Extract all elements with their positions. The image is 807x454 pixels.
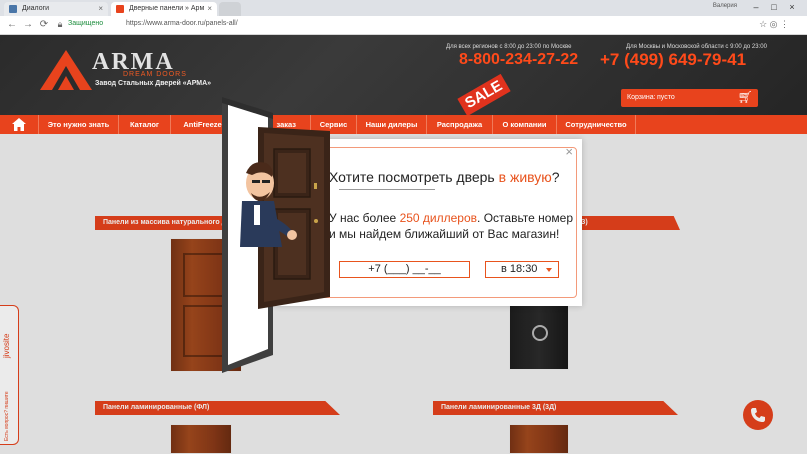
tab-title: Дверные панели » Арм [129, 5, 205, 12]
modal-title-post: ? [551, 169, 560, 185]
close-icon[interactable]: × [98, 2, 103, 16]
reload-icon[interactable]: ⟳ [38, 19, 50, 30]
phone-input[interactable]: +7 (___) __-__ [339, 261, 470, 278]
url-field[interactable]: https://www.arma-door.ru/panels-all/ [126, 20, 238, 27]
phone-1-caption: Для всех регионов с 8:00 до 23:00 по Мос… [446, 44, 572, 50]
phone-2-number[interactable]: +7 (499) 649-79-41 [600, 50, 746, 70]
arma-logo-icon[interactable] [40, 50, 92, 90]
cart-button[interactable]: Корзина: пусто 🛒︎ [621, 89, 758, 107]
minimize-icon[interactable]: – [749, 2, 763, 12]
door-man-illustration [222, 97, 330, 373]
close-icon[interactable]: × [565, 145, 573, 158]
sale-badge[interactable]: SALE [457, 73, 511, 115]
browser-tab-panels[interactable]: Дверные панели » Арм × [111, 2, 217, 16]
lock-icon: 🔒︎ [57, 19, 63, 29]
modal-text: У нас более 250 диллеров. Оставьте номер… [329, 210, 579, 242]
nav-item-catalog[interactable]: Каталог [118, 115, 170, 134]
maximize-icon[interactable]: □ [767, 2, 781, 12]
time-select[interactable]: в 18:30 [485, 261, 559, 278]
secure-label: Защищено [68, 20, 104, 27]
phone-1-number[interactable]: 8-800-234-27-22 [459, 51, 578, 69]
title-divider [339, 189, 435, 190]
tab-title: Диалоги [22, 5, 50, 12]
modal-title-accent: в живую [498, 169, 552, 185]
close-icon[interactable]: × [207, 2, 212, 16]
close-window-icon[interactable]: × [785, 2, 799, 12]
modal-text-accent: 250 диллеров [399, 211, 478, 225]
modal-text-pre: У нас более [329, 211, 400, 225]
cart-value: пусто [657, 94, 675, 101]
arma-favicon-icon [116, 5, 124, 13]
cart-icon: 🛒︎ [737, 90, 753, 104]
browser-tab-dialogs[interactable]: Диалоги × [4, 2, 108, 16]
browser-user[interactable]: Валерия [713, 3, 737, 9]
new-tab-button[interactable] [219, 2, 241, 16]
logo-sub: DREAM DOORS [123, 71, 187, 78]
modal-title-pre: Хотите посмотреть дверь [329, 169, 499, 185]
address-bar: ← → ⟳ 🔒︎ Защищено https://www.arma-door.… [0, 16, 807, 35]
site-header: ARMA DREAM DOORS Завод Стальных Дверей «… [0, 35, 807, 115]
browser-tab-bar: Диалоги × Дверные панели » Арм × Валерия… [0, 0, 807, 16]
back-icon[interactable]: ← [6, 19, 18, 30]
nav-item-need-to-know[interactable]: Это нужно знать [38, 115, 118, 134]
cart-label: Корзина: [627, 94, 656, 101]
home-icon[interactable] [12, 118, 26, 131]
logo-tagline: Завод Стальных Дверей «АРМА» [95, 80, 212, 87]
nav-item-about[interactable]: О компании [492, 115, 556, 134]
extension-icons[interactable]: ☆ ◎ ⋮ [759, 19, 789, 30]
forward-icon[interactable]: → [22, 19, 34, 30]
nav-item-dealers[interactable]: Наши дилеры [356, 115, 426, 134]
nav-item-sale[interactable]: Распродажа [426, 115, 492, 134]
nav-item-partnership[interactable]: Сотрудничество [556, 115, 636, 134]
modal-title: Хотите посмотреть дверь в живую? [329, 169, 560, 185]
vk-icon [9, 5, 17, 13]
time-select-value: в 18:30 [501, 263, 538, 275]
main-nav: Это нужно знать Каталог AntiFreeze заказ… [0, 115, 807, 134]
chevron-down-icon [546, 268, 552, 272]
